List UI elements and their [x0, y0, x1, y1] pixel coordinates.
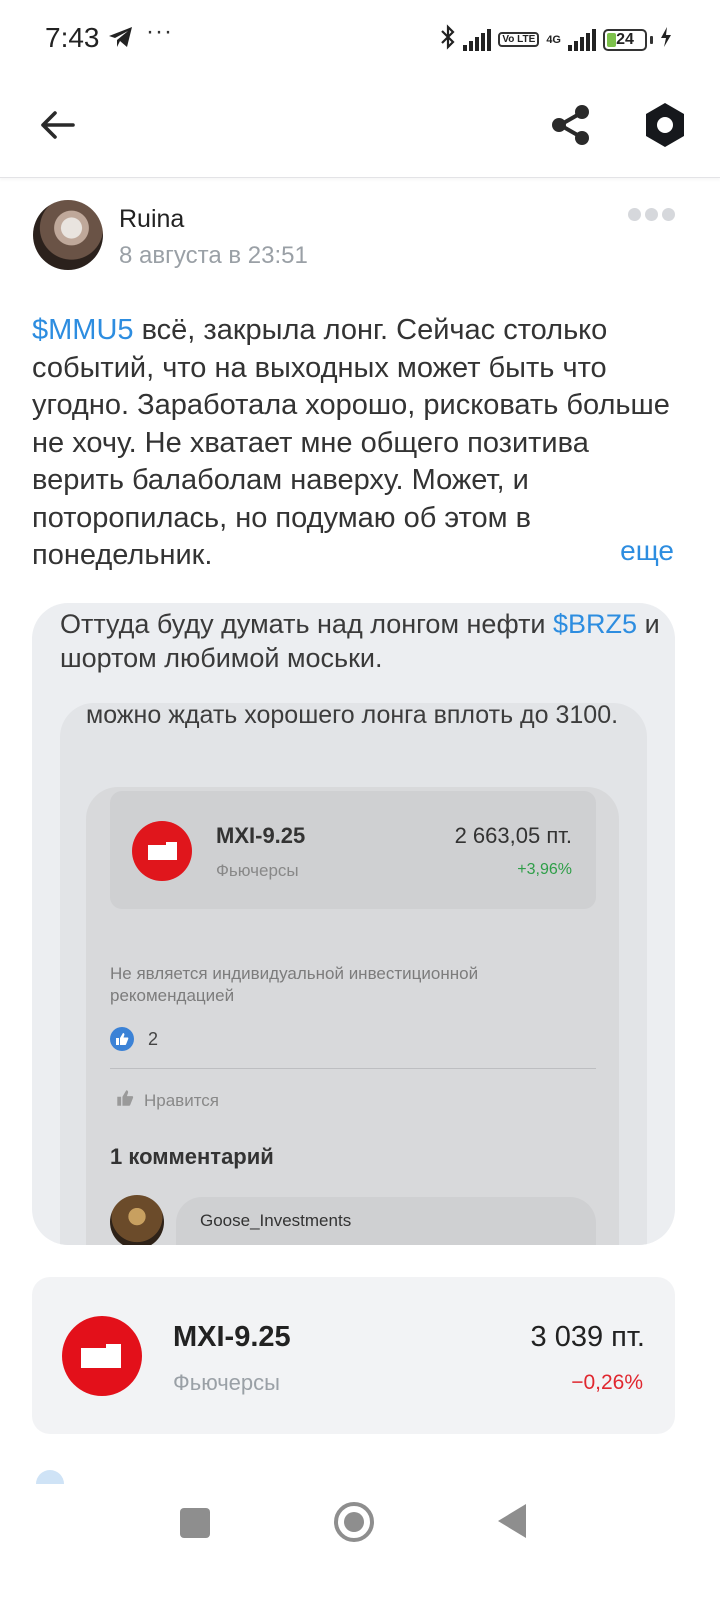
home-button[interactable] — [334, 1502, 374, 1542]
image-inner-panel: MXI-9.25 Фьючерсы 2 663,05 пт. +3,96% Не… — [86, 787, 619, 1245]
image-commenter-avatar — [110, 1195, 164, 1245]
bluetooth-icon — [440, 24, 456, 55]
system-back-button[interactable] — [498, 1504, 526, 1538]
image-inner-frame: можно ждать хорошего лонга вплоть до 310… — [60, 703, 647, 1245]
image-comment-bubble: Goose_Investments — [176, 1197, 596, 1245]
image-likes-count: 2 — [148, 1028, 159, 1049]
image-quote-change: +3,96% — [517, 861, 572, 878]
instrument-name: MXI-9.25 — [173, 1321, 291, 1353]
top-app-bar — [0, 78, 720, 178]
share-button[interactable] — [544, 100, 598, 154]
partially-hidden-icon — [36, 1470, 64, 1484]
instrument-card[interactable]: MXI-9.25 Фьючерсы 3 039 пт. −0,26% — [32, 1277, 675, 1434]
battery-level: 24 — [616, 30, 634, 48]
image-divider — [110, 1068, 596, 1069]
image-like-action: Нравится — [116, 1089, 219, 1112]
post-body: всё, закрыла лонг. Сейчас столько событи… — [32, 314, 670, 571]
instrument-change: −0,26% — [571, 1371, 643, 1394]
volte-icon: Vo LTE — [498, 32, 540, 47]
more-dots-icon[interactable] — [628, 208, 675, 221]
moex-logo-icon — [132, 821, 192, 881]
instrument-price: 3 039 пт. — [530, 1321, 645, 1353]
post-text: $MMU5 всё, закрыла лонг. Сейчас столько … — [32, 312, 682, 575]
back-button[interactable] — [30, 100, 84, 154]
status-indicators: Vo LTE 4G 24 — [440, 24, 672, 55]
status-time: 7:43 — [45, 22, 100, 53]
image-text-line1: Оттуда буду думать над лонгом нефти $BRZ… — [60, 609, 660, 673]
status-bar: 7:43 ··· Vo LTE 4G 24 — [0, 0, 720, 78]
read-more-link[interactable]: еще — [620, 535, 674, 567]
notification-overflow-icon: ··· — [146, 18, 173, 45]
attached-image[interactable]: Оттуда буду думать над лонгом нефти $BRZ… — [32, 603, 675, 1245]
like-icon — [110, 1027, 134, 1051]
image-quote-price: 2 663,05 пт. — [454, 823, 572, 848]
image-comment-author: Goose_Investments — [200, 1211, 352, 1230]
battery-fill — [607, 32, 616, 47]
battery-icon: 24 — [603, 28, 647, 51]
image-quote-card: MXI-9.25 Фьючерсы 2 663,05 пт. +3,96% — [110, 791, 596, 909]
brand-hexagon-icon — [641, 101, 689, 154]
telegram-icon — [108, 26, 134, 53]
image-comments-title: 1 комментарий — [110, 1144, 274, 1169]
author-name[interactable]: Ruina — [119, 205, 184, 234]
signal-icon — [463, 28, 492, 51]
back-arrow-icon — [39, 110, 75, 145]
thumbs-up-icon — [116, 1089, 134, 1112]
battery-tip — [650, 35, 653, 44]
moex-logo-icon — [62, 1316, 142, 1396]
image-like-label: Нравится — [144, 1090, 220, 1110]
ticker-link-brz5: $BRZ5 — [553, 609, 638, 639]
image-quote-kind: Фьючерсы — [216, 861, 299, 880]
charging-icon — [660, 27, 672, 52]
author-avatar[interactable] — [33, 200, 103, 270]
post-date: 8 августа в 23:51 — [119, 242, 308, 269]
recents-button[interactable] — [180, 1508, 210, 1538]
image-quote-name: MXI-9.25 — [216, 823, 306, 848]
instrument-kind: Фьючерсы — [173, 1370, 280, 1395]
share-icon — [550, 104, 592, 151]
network-type: 4G — [546, 33, 561, 46]
signal-icon-2 — [568, 28, 596, 51]
image-disclaimer: Не является индивидуальной инвестиционно… — [110, 964, 479, 1005]
ticker-link-mmu5[interactable]: $MMU5 — [32, 314, 134, 346]
system-nav-bar — [0, 1484, 720, 1600]
image-text-line2: можно ждать хорошего лонга вплоть до 310… — [86, 703, 619, 729]
image-likes: 2 — [110, 1027, 158, 1051]
brand-menu-button[interactable] — [634, 96, 696, 158]
